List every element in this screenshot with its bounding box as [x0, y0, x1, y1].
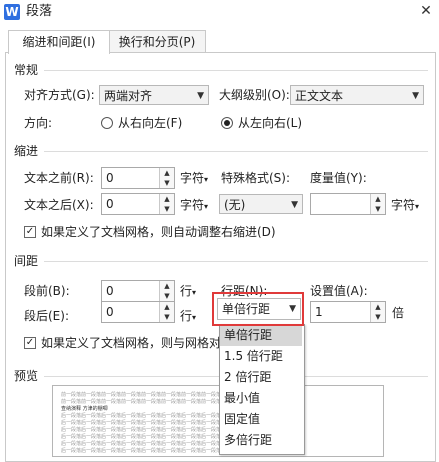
space-before-spinner[interactable]: 0 ▲ ▼	[101, 280, 175, 302]
measure-unit[interactable]: 字符▾	[391, 197, 419, 215]
title-bar	[0, 0, 439, 24]
tab-line-page-break[interactable]: 换行和分页(P)	[108, 30, 206, 53]
direction-ltr-radio[interactable]	[221, 117, 233, 129]
dialog-title: 段落	[26, 4, 53, 19]
divider	[44, 70, 428, 71]
setting-value-unit: 倍	[392, 306, 405, 320]
direction-ltr-label: 从左向右(L)	[238, 116, 303, 130]
spacing-grid-label: 如果定义了文档网格，则与网格对	[41, 336, 222, 350]
dropdown-option-multiple[interactable]: 多倍行距	[220, 430, 302, 451]
dropdown-option-1-5[interactable]: 1.5 倍行距	[220, 346, 302, 367]
space-after-label: 段后(E):	[24, 309, 69, 323]
indent-after-unit[interactable]: 字符▾	[180, 197, 208, 215]
spin-up-icon[interactable]: ▲	[160, 281, 174, 291]
direction-label: 方向:	[24, 116, 53, 130]
indent-grid-label: 如果定义了文档网格，则自动调整右缩进(D)	[41, 225, 276, 239]
special-format-value: (无)	[224, 198, 246, 212]
direction-rtl-label: 从右向左(F)	[118, 116, 183, 130]
divider	[304, 376, 428, 377]
indent-after-spinner[interactable]: 0 ▲ ▼	[101, 193, 175, 215]
space-after-value: 0	[106, 305, 114, 319]
dropdown-option-fixed[interactable]: 固定值	[220, 409, 302, 430]
alignment-select[interactable]: 两端对齐 ▼	[99, 85, 209, 105]
chevron-down-icon: ▼	[291, 200, 298, 210]
direction-rtl-radio[interactable]	[101, 117, 113, 129]
indent-before-spinner[interactable]: 0 ▲ ▼	[101, 167, 175, 189]
space-before-label: 段前(B):	[24, 284, 70, 298]
spin-down-icon[interactable]: ▼	[371, 312, 385, 322]
dropdown-option-minimum[interactable]: 最小值	[220, 388, 302, 409]
spin-down-icon[interactable]: ▼	[160, 178, 174, 188]
special-format-select[interactable]: (无) ▼	[219, 194, 303, 214]
section-general-title: 常规	[14, 63, 39, 77]
spin-up-icon[interactable]: ▲	[371, 302, 385, 312]
preview-line: 查纳演释 方津的棚唧	[61, 406, 108, 412]
measure-spinner[interactable]: ▲ ▼	[310, 193, 386, 215]
preview-box: 前一段落前一段落前一段落前一段落前一段落前一段落前一段落前一段落前一段落前一段落…	[52, 385, 384, 457]
divider	[44, 261, 428, 262]
setting-value: 1	[315, 305, 323, 319]
indent-after-value: 0	[106, 197, 114, 211]
spin-up-icon[interactable]: ▲	[160, 194, 174, 204]
chevron-down-icon: ▼	[197, 91, 204, 101]
alignment-value: 两端对齐	[104, 89, 153, 103]
chevron-down-icon: ▼	[289, 304, 296, 314]
spin-up-icon[interactable]: ▲	[371, 194, 385, 204]
close-icon[interactable]: ✕	[417, 2, 435, 20]
indent-before-value: 0	[106, 171, 114, 185]
special-format-label: 特殊格式(S):	[221, 171, 291, 185]
dropdown-option-single[interactable]: 单倍行距	[220, 325, 302, 346]
divider	[44, 151, 428, 152]
spacing-grid-checkbox[interactable]: ✓	[24, 337, 36, 349]
space-before-unit[interactable]: 行▾	[180, 283, 196, 301]
section-spacing-title: 间距	[14, 254, 39, 268]
line-spacing-dropdown: 单倍行距 1.5 倍行距 2 倍行距 最小值 固定值 多倍行距	[219, 324, 305, 455]
outline-level-value: 正文文本	[295, 89, 344, 103]
section-preview-title: 预览	[14, 369, 39, 383]
spin-down-icon[interactable]: ▼	[160, 291, 174, 301]
indent-before-label: 文本之前(R):	[24, 171, 94, 185]
setting-value-spinner[interactable]: 1 ▲ ▼	[310, 301, 386, 323]
line-spacing-select[interactable]: 单倍行距 ▼	[217, 298, 301, 320]
indent-after-label: 文本之后(X):	[24, 198, 94, 212]
wps-app-icon: W	[4, 4, 20, 20]
outline-level-select[interactable]: 正文文本 ▼	[290, 85, 424, 105]
section-indent-title: 缩进	[14, 144, 39, 158]
outline-level-label: 大纲级别(O):	[219, 88, 290, 102]
line-spacing-label: 行距(N):	[221, 284, 268, 298]
space-before-value: 0	[106, 284, 114, 298]
divider	[44, 376, 219, 377]
chevron-down-icon: ▼	[412, 91, 419, 101]
indent-before-unit[interactable]: 字符▾	[180, 170, 208, 188]
indent-grid-checkbox[interactable]: ✓	[24, 226, 36, 238]
spin-down-icon[interactable]: ▼	[160, 312, 174, 322]
spin-up-icon[interactable]: ▲	[160, 168, 174, 178]
spin-down-icon[interactable]: ▼	[371, 204, 385, 214]
dropdown-option-double[interactable]: 2 倍行距	[220, 367, 302, 388]
tab-indent-spacing[interactable]: 缩进和间距(I)	[8, 30, 110, 54]
spin-up-icon[interactable]: ▲	[160, 302, 174, 312]
line-spacing-value: 单倍行距	[222, 302, 271, 316]
space-after-unit[interactable]: 行▾	[180, 308, 196, 326]
spin-down-icon[interactable]: ▼	[160, 204, 174, 214]
measure-label: 度量值(Y):	[310, 171, 367, 185]
alignment-label: 对齐方式(G):	[24, 88, 95, 102]
space-after-spinner[interactable]: 0 ▲ ▼	[101, 301, 175, 323]
setting-value-label: 设置值(A):	[310, 284, 368, 298]
